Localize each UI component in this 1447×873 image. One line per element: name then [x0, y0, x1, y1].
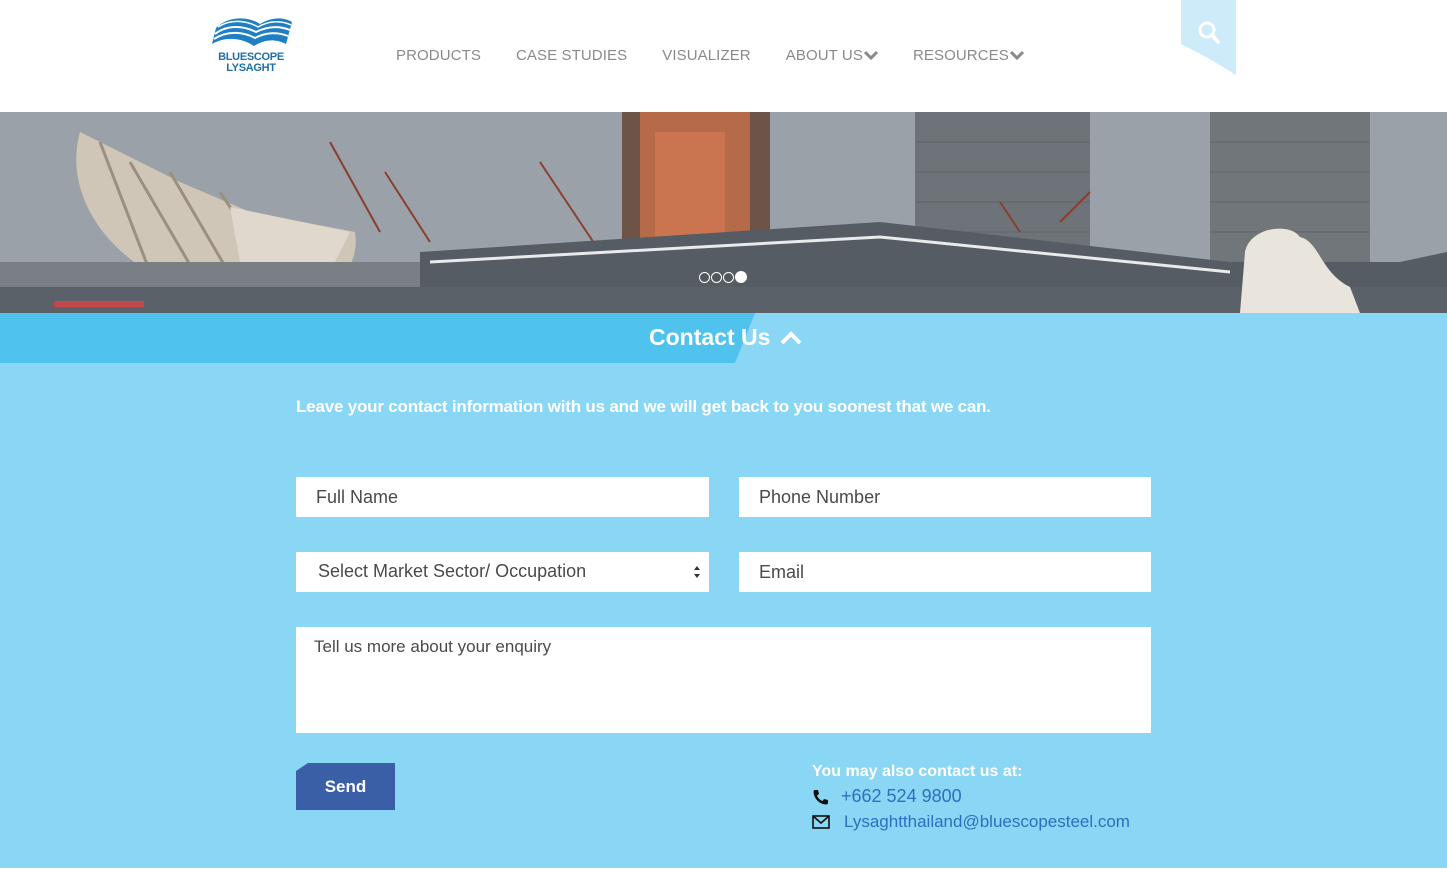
nav-label: ABOUT US: [785, 46, 863, 64]
nav-label: CASE STUDIES: [515, 46, 628, 64]
phone-number: +662 524 9800: [841, 786, 962, 806]
nav-item-resources[interactable]: RESOURCES: [913, 47, 1024, 64]
full-name-input[interactable]: [296, 477, 709, 517]
contact-title: Contact Us: [649, 324, 771, 350]
email-address: Lysaghtthailand@bluescopesteel.com: [844, 812, 1130, 831]
also-contact-label: You may also contact us at:: [812, 763, 1023, 780]
search-icon: [1181, 0, 1236, 75]
slide-dot-3[interactable]: [723, 271, 734, 283]
chevron-up-icon: [780, 330, 802, 344]
contact-section: Contact Us Leave your contact informatio…: [0, 313, 1447, 868]
chevron-down-icon: [863, 50, 878, 60]
slide-dot-1[interactable]: [699, 271, 710, 283]
brand-logo[interactable]: BLUESCOPE LYSAGHT: [208, 14, 298, 76]
email-link[interactable]: Lysaghtthailand@bluescopesteel.com: [812, 812, 1130, 832]
phone-number-input[interactable]: [739, 477, 1151, 517]
search-button[interactable]: [1181, 0, 1236, 75]
hero-banner: [0, 112, 1447, 313]
slide-dot-2[interactable]: [711, 271, 722, 283]
contact-intro: Leave your contact information with us a…: [296, 397, 991, 416]
nav-label: VISUALIZER: [662, 46, 751, 64]
phone-link[interactable]: +662 524 9800: [812, 786, 962, 807]
send-button[interactable]: Send: [296, 763, 395, 810]
nav-item-case-studies[interactable]: CASE STUDIES: [516, 47, 627, 64]
market-sector-select[interactable]: Select Market Sector/ Occupation: [296, 552, 709, 592]
market-sector-value: Select Market Sector/ Occupation: [318, 561, 587, 581]
chevron-down-icon: [1009, 50, 1024, 60]
logo-wave-icon: [212, 18, 292, 46]
page-bottom-edge: [0, 868, 1447, 873]
slide-dot-4[interactable]: [735, 271, 747, 283]
site-header: BLUESCOPE LYSAGHT PRODUCTS CASE STUDIES …: [0, 0, 1447, 112]
nav-item-products[interactable]: PRODUCTS: [396, 47, 481, 64]
envelope-icon: [812, 815, 830, 829]
nav-label: PRODUCTS: [396, 46, 481, 64]
select-arrows-icon: [694, 566, 700, 578]
phone-icon: [813, 789, 828, 804]
nav-item-about-us[interactable]: ABOUT US: [786, 47, 878, 64]
main-nav: PRODUCTS CASE STUDIES VISUALIZER ABOUT U…: [396, 44, 1059, 66]
email-input[interactable]: [739, 552, 1151, 592]
nav-item-visualizer[interactable]: VISUALIZER: [662, 47, 751, 64]
enquiry-textarea[interactable]: [296, 627, 1151, 733]
send-label: Send: [324, 776, 367, 796]
nav-label: RESOURCES: [912, 46, 1009, 64]
send-corner-notch: [296, 763, 308, 771]
contact-toggle[interactable]: Contact Us: [649, 324, 802, 351]
page: BLUESCOPE LYSAGHT PRODUCTS CASE STUDIES …: [0, 0, 1447, 873]
logo-line2: LYSAGHT: [226, 62, 276, 74]
slider-dots: [699, 271, 747, 283]
